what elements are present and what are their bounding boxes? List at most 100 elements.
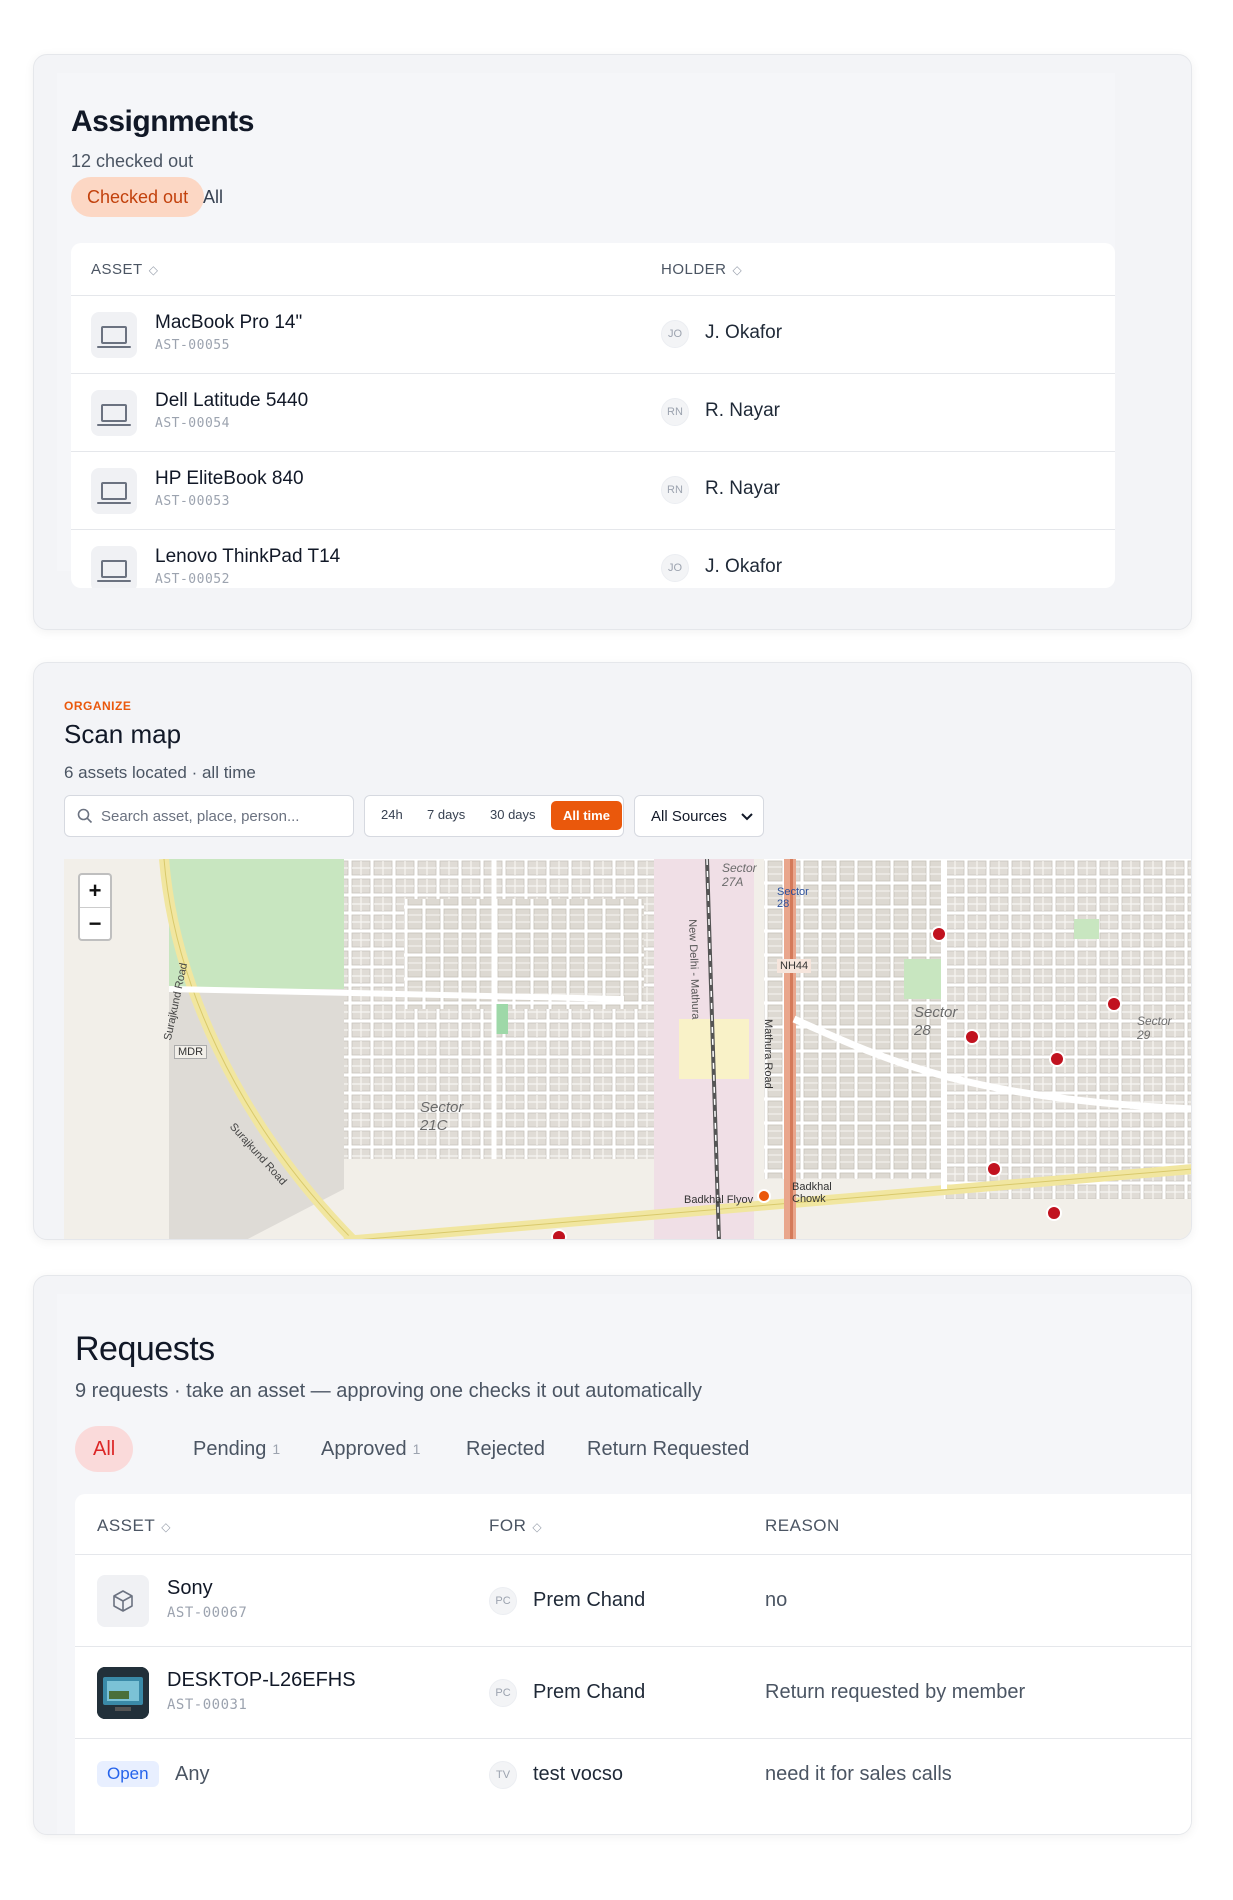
- col-for-label: FOR: [489, 1516, 527, 1535]
- requests-table: ASSET ◇ FOR ◇ REASON Sony AST-00067 PC Pre…: [75, 1494, 1191, 1834]
- col-for-header[interactable]: FOR ◇: [489, 1516, 542, 1536]
- time-range-selector: 24h 7 days 30 days All time: [364, 795, 624, 837]
- table-row[interactable]: MacBook Pro 14" AST-00055 JO J. Okafor: [71, 295, 1115, 373]
- range-all-time[interactable]: All time: [551, 801, 622, 830]
- asset-name: Sony: [167, 1577, 213, 1599]
- requests-panel: Requests 9 requests · take an asset — ap…: [57, 1294, 1191, 1834]
- tab-label: All: [93, 1437, 116, 1460]
- asset-name: DESKTOP-L26EFHS: [167, 1669, 356, 1691]
- source-select[interactable]: All Sources: [634, 795, 764, 837]
- table-row[interactable]: Sony AST-00067 PC Prem Chand no: [75, 1554, 1191, 1646]
- requester-name: Prem Chand: [533, 1589, 646, 1611]
- asset-name: MacBook Pro 14": [155, 312, 303, 333]
- range-30-days[interactable]: 30 days: [490, 807, 536, 822]
- scan-map-title: Scan map: [64, 719, 182, 749]
- tab-count: 1: [412, 1441, 421, 1457]
- table-row[interactable]: DESKTOP-L26EFHS AST-00031 PC Prem Chand …: [75, 1646, 1191, 1738]
- avatar: PC: [489, 1679, 517, 1707]
- map-label: Badkhal Flyov: [684, 1194, 754, 1206]
- assignments-title: Assignments: [71, 105, 254, 138]
- holder-name: J. Okafor: [705, 556, 783, 577]
- col-reason-header: REASON: [765, 1516, 840, 1535]
- sort-icon: ◇: [732, 263, 743, 277]
- source-select-value: All Sources: [651, 808, 727, 825]
- range-24h[interactable]: 24h: [381, 807, 403, 822]
- map-label: NH44: [777, 959, 812, 973]
- col-asset-label: ASSET: [97, 1516, 156, 1535]
- holder-name: R. Nayar: [705, 478, 780, 499]
- avatar: PC: [489, 1587, 517, 1615]
- request-reason: no: [765, 1589, 788, 1611]
- tab-rejected[interactable]: Rejected: [466, 1426, 545, 1472]
- box-icon: [97, 1575, 149, 1627]
- zoom-out-button[interactable]: −: [80, 908, 110, 941]
- chevron-down-icon: [741, 813, 753, 821]
- section-eyebrow: ORGANIZE: [64, 699, 132, 713]
- tab-return-requested[interactable]: Return Requested: [587, 1426, 749, 1472]
- requests-title: Requests: [75, 1330, 215, 1368]
- asset-name: Dell Latitude 5440: [155, 390, 309, 411]
- asset-code: AST-00067: [167, 1605, 248, 1621]
- tab-pending[interactable]: Pending 1: [193, 1426, 280, 1472]
- laptop-icon: [91, 546, 137, 588]
- filter-checked-out[interactable]: Checked out: [71, 177, 205, 217]
- asset-code: AST-00053: [155, 494, 230, 509]
- scan-map-subtitle: 6 assets located · all time: [64, 763, 256, 782]
- tab-label: Approved: [321, 1437, 407, 1460]
- avatar: RN: [661, 398, 689, 426]
- table-row[interactable]: Lenovo ThinkPad T14 AST-00052 JO J. Okaf…: [71, 529, 1115, 588]
- assignments-panel: Assignments 12 checked out Checked out A…: [57, 73, 1115, 588]
- map-label: MDR: [174, 1045, 208, 1059]
- sort-icon: ◇: [161, 1520, 171, 1534]
- search-input[interactable]: Search asset, place, person...: [64, 795, 354, 837]
- avatar: TV: [489, 1761, 517, 1789]
- zoom-control: + −: [78, 873, 112, 941]
- map-label: Sector 29: [1137, 1014, 1172, 1042]
- scan-map[interactable]: Sector 27A Sector 28 Sector 28 Sector 29…: [64, 859, 1191, 1239]
- col-holder-label: HOLDER: [661, 261, 727, 278]
- tab-count: 1: [272, 1441, 281, 1457]
- map-tiles: [64, 859, 1191, 1239]
- asset-name: HP EliteBook 840: [155, 468, 304, 489]
- asset-name: Lenovo ThinkPad T14: [155, 546, 341, 567]
- tab-all[interactable]: All: [75, 1426, 134, 1472]
- col-asset-header[interactable]: ASSET ◇: [91, 261, 158, 278]
- map-label: Sector 28: [777, 886, 809, 910]
- asset-thumbnail: [97, 1667, 149, 1719]
- filter-all[interactable]: All: [187, 177, 239, 217]
- range-7-days[interactable]: 7 days: [427, 807, 465, 822]
- assignments-table: ASSET ◇ HOLDER ◇ MacBook Pro 14" AST-00055…: [71, 243, 1115, 588]
- col-asset-header[interactable]: ASSET ◇: [97, 1516, 171, 1536]
- scan-map-card: ORGANIZE Scan map 6 assets located · all…: [33, 662, 1192, 1240]
- map-label: Sector 21C: [420, 1099, 464, 1134]
- asset-code: AST-00055: [155, 338, 230, 353]
- assignments-card: Assignments 12 checked out Checked out A…: [33, 54, 1192, 630]
- request-reason: Return requested by member: [765, 1681, 1026, 1703]
- tab-label: Pending: [193, 1437, 267, 1460]
- avatar: RN: [661, 476, 689, 504]
- holder-name: R. Nayar: [705, 400, 780, 421]
- tab-label: Rejected: [466, 1437, 545, 1460]
- search-icon: [77, 808, 93, 824]
- table-row[interactable]: HP EliteBook 840 AST-00053 RN R. Nayar: [71, 451, 1115, 529]
- laptop-icon: [91, 468, 137, 514]
- table-row[interactable]: Open Any TV test vocso need it for sales…: [75, 1738, 1191, 1814]
- search-placeholder: Search asset, place, person...: [101, 808, 300, 825]
- assignments-subtitle: 12 checked out: [71, 151, 194, 171]
- requester-name: Prem Chand: [533, 1681, 646, 1703]
- requests-subtitle: 9 requests · take an asset — approving o…: [75, 1380, 703, 1402]
- sort-icon: ◇: [148, 263, 159, 277]
- map-label: Sector 28: [914, 1004, 958, 1039]
- tab-approved[interactable]: Approved 1: [321, 1426, 420, 1472]
- zoom-in-button[interactable]: +: [80, 875, 110, 908]
- map-label: Mathura Road: [762, 1019, 774, 1089]
- asset-code: AST-00054: [155, 416, 230, 431]
- asset-code: AST-00031: [167, 1697, 248, 1713]
- sort-icon: ◇: [532, 1520, 543, 1534]
- laptop-icon: [91, 390, 137, 436]
- avatar: JO: [661, 320, 689, 348]
- requester-name: test vocso: [533, 1763, 624, 1785]
- asset-code: AST-00052: [155, 572, 230, 587]
- col-holder-header[interactable]: HOLDER ◇: [661, 261, 742, 278]
- table-row[interactable]: Dell Latitude 5440 AST-00054 RN R. Nayar: [71, 373, 1115, 451]
